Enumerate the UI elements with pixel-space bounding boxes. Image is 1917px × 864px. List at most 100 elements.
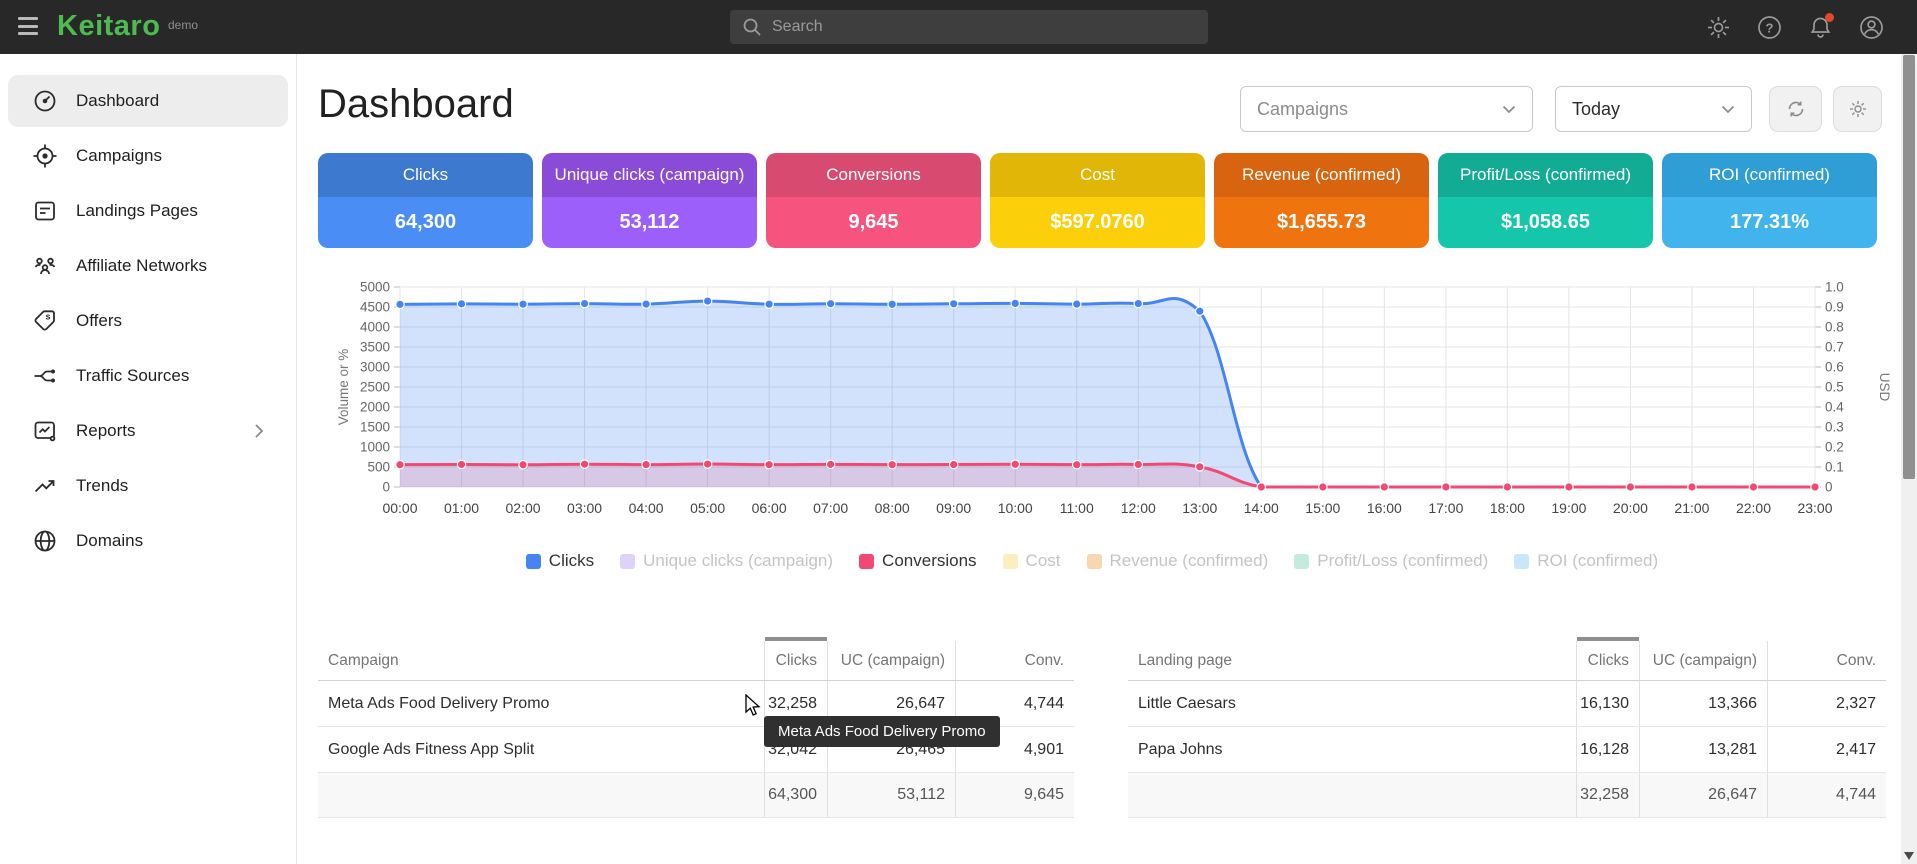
stat-card-profit-loss-confirmed[interactable]: Profit/Loss (confirmed)$1,058.65: [1438, 153, 1653, 248]
legend-item-roi-confirmed[interactable]: ROI (confirmed): [1514, 551, 1658, 571]
svg-text:0.4: 0.4: [1825, 400, 1844, 415]
sort-indicator: [765, 637, 827, 641]
table-header-conv[interactable]: Conv.: [956, 641, 1074, 680]
stat-card-value: 9,645: [766, 197, 981, 248]
sidebar-item-label: Offers: [76, 311, 122, 331]
svg-text:09:00: 09:00: [936, 500, 971, 516]
row-name[interactable]: Papa Johns: [1128, 727, 1576, 772]
table-header-conv[interactable]: Conv.: [1768, 641, 1886, 680]
menu-icon[interactable]: [18, 17, 38, 37]
row-name[interactable]: Little Caesars: [1128, 681, 1576, 726]
legend-swatch: [1514, 554, 1529, 569]
sidebar-item-label: Dashboard: [76, 91, 159, 111]
landing-pages-table: Landing pageClicksUC (campaign)Conv.Litt…: [1128, 641, 1886, 818]
table-header-name[interactable]: Campaign: [318, 641, 764, 680]
legend-item-profit-loss-confirmed[interactable]: Profit/Loss (confirmed): [1294, 551, 1488, 571]
gear-icon: [1848, 99, 1868, 119]
group-by-select[interactable]: Campaigns: [1240, 86, 1533, 132]
sidebar: Dashboard CampaignsLandings Pages Affiliat…: [0, 54, 297, 864]
legend-swatch: [1294, 554, 1309, 569]
legend-item-clicks[interactable]: Clicks: [526, 551, 594, 571]
row-value: 16,128: [1576, 727, 1640, 772]
legend-label: ROI (confirmed): [1537, 551, 1658, 571]
stat-card-cost[interactable]: Cost$597.0760: [990, 153, 1205, 248]
chevron-right-icon: [254, 423, 264, 439]
refresh-button[interactable]: [1769, 86, 1822, 132]
stat-card-conversions[interactable]: Conversions9,645: [766, 153, 981, 248]
table-totals-row: 32,25826,6474,744: [1128, 773, 1886, 818]
search-input[interactable]: [772, 18, 1196, 36]
app-logo: Keitaro: [57, 10, 160, 43]
sidebar-item-label: Affiliate Networks: [76, 256, 207, 276]
sidebar-item-campaigns[interactable]: Campaigns: [8, 130, 288, 182]
svg-text:04:00: 04:00: [629, 500, 664, 516]
table-header-clicks[interactable]: Clicks: [764, 641, 828, 680]
table-header-clicks[interactable]: Clicks: [1576, 641, 1640, 680]
svg-text:0.8: 0.8: [1825, 320, 1844, 335]
stat-card-label: Revenue (confirmed): [1214, 153, 1429, 197]
scroll-down-arrow-icon[interactable]: [1904, 852, 1914, 860]
scrollbar-thumb[interactable]: [1903, 55, 1915, 479]
table-row[interactable]: Papa Johns16,12813,2812,417: [1128, 727, 1886, 773]
stat-card-label: ROI (confirmed): [1662, 153, 1877, 197]
legend-item-conversions[interactable]: Conversions: [859, 551, 977, 571]
stat-card-clicks[interactable]: Clicks64,300: [318, 153, 533, 248]
legend-item-revenue-confirmed[interactable]: Revenue (confirmed): [1087, 551, 1269, 571]
stat-card-roi-confirmed[interactable]: ROI (confirmed)177.31%: [1662, 153, 1877, 248]
user-account-icon[interactable]: [1858, 14, 1885, 41]
svg-text:0.2: 0.2: [1825, 440, 1844, 455]
row-name[interactable]: Meta Ads Food Delivery Promo: [318, 681, 764, 726]
sidebar-item-reports[interactable]: Reports: [8, 405, 288, 457]
chart-canvas: 50001.045000.940000.835000.730000.625000…: [332, 281, 1892, 526]
legend-item-unique-clicks-campaign[interactable]: Unique clicks (campaign): [620, 551, 833, 571]
notifications-bell-icon[interactable]: [1807, 14, 1834, 41]
svg-text:14:00: 14:00: [1244, 500, 1279, 516]
traffic-sources-icon: [32, 363, 58, 389]
table-header-uc-campaign[interactable]: UC (campaign): [828, 641, 956, 680]
sidebar-item-label: Trends: [76, 476, 128, 496]
table-header-row: Landing pageClicksUC (campaign)Conv.: [1128, 641, 1886, 681]
table-header-name[interactable]: Landing page: [1128, 641, 1576, 680]
dashboard-icon: [32, 88, 58, 114]
legend-item-cost[interactable]: Cost: [1003, 551, 1061, 571]
legend-label: Profit/Loss (confirmed): [1317, 551, 1488, 571]
sidebar-item-affiliate-networks[interactable]: Affiliate Networks: [8, 240, 288, 292]
stat-card-label: Unique clicks (campaign): [542, 153, 757, 197]
group-by-value: Campaigns: [1257, 99, 1348, 120]
svg-text:05:00: 05:00: [690, 500, 725, 516]
stat-cards: Clicks64,300Unique clicks (campaign)53,1…: [318, 153, 1886, 248]
row-value: 16,130: [1576, 681, 1640, 726]
svg-text:Volume or %: Volume or %: [336, 349, 351, 426]
row-name[interactable]: Google Ads Fitness App Split: [318, 727, 764, 772]
legend-swatch: [1087, 554, 1102, 569]
settings-icon[interactable]: [1705, 14, 1732, 41]
svg-text:13:00: 13:00: [1182, 500, 1217, 516]
table-header-uc-campaign[interactable]: UC (campaign): [1640, 641, 1768, 680]
sidebar-item-domains[interactable]: Domains: [8, 515, 288, 567]
svg-text:4500: 4500: [360, 300, 390, 315]
svg-text:22:00: 22:00: [1736, 500, 1771, 516]
page-scrollbar[interactable]: [1901, 54, 1917, 864]
page-title: Dashboard: [318, 82, 514, 127]
date-range-select[interactable]: Today: [1555, 86, 1752, 132]
svg-text:07:00: 07:00: [813, 500, 848, 516]
stat-card-revenue-confirmed[interactable]: Revenue (confirmed)$1,655.73: [1214, 153, 1429, 248]
svg-text:500: 500: [367, 460, 390, 475]
svg-text:0.9: 0.9: [1825, 300, 1844, 315]
help-icon[interactable]: ?: [1756, 14, 1783, 41]
svg-text:20:00: 20:00: [1613, 500, 1648, 516]
sidebar-item-dashboard[interactable]: Dashboard: [8, 75, 288, 127]
sidebar-item-landings-pages[interactable]: Landings Pages: [8, 185, 288, 237]
svg-text:3500: 3500: [360, 340, 390, 355]
sidebar-item-offers[interactable]: sOffers: [8, 295, 288, 347]
sidebar-item-traffic-sources[interactable]: Traffic Sources: [8, 350, 288, 402]
stat-card-label: Conversions: [766, 153, 981, 197]
legend-swatch: [620, 554, 635, 569]
table-row[interactable]: Little Caesars16,13013,3662,327: [1128, 681, 1886, 727]
row-value: 13,366: [1640, 681, 1768, 726]
sidebar-item-trends[interactable]: Trends: [8, 460, 288, 512]
global-search[interactable]: [730, 10, 1208, 44]
dashboard-settings-button[interactable]: [1833, 86, 1882, 132]
stat-card-unique-clicks-campaign[interactable]: Unique clicks (campaign)53,112: [542, 153, 757, 248]
svg-text:02:00: 02:00: [506, 500, 541, 516]
